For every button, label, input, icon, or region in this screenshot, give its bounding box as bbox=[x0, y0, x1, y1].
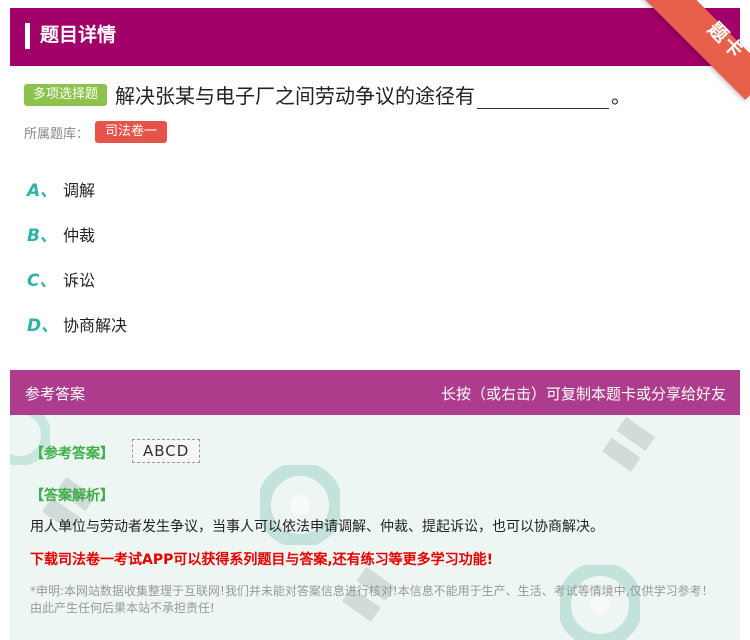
analysis-text: 用人单位与劳动者发生争议，当事人可以依法申请调解、仲裁、提起诉讼，也可以协商解决… bbox=[30, 519, 604, 535]
header-bar: 题目详情 bbox=[10, 8, 740, 66]
question-text: 解决张某与电子厂之间劳动争议的途径有。 bbox=[115, 84, 632, 109]
question-type-badge: 多项选择题 bbox=[24, 83, 108, 106]
option-d[interactable]: D、 协商解决 bbox=[27, 311, 128, 337]
option-letter: C、 bbox=[27, 271, 57, 291]
option-letter: D、 bbox=[27, 316, 59, 336]
question-bank-label: 所属题库： bbox=[24, 126, 90, 142]
disclaimer-text: *申明:本网站数据收集整理于互联网!我们并未能对答案信息进行核对!本信息不能用于… bbox=[30, 584, 714, 615]
option-letter: A、 bbox=[27, 181, 58, 201]
option-text: 诉讼 bbox=[63, 270, 96, 290]
option-text: 仲裁 bbox=[63, 225, 96, 245]
answer-blank bbox=[477, 89, 610, 109]
watermark-decoration: ▮▮ bbox=[588, 415, 662, 479]
reference-answer-value: ABCD bbox=[132, 439, 201, 463]
app-download-promo[interactable]: 下载司法卷一考试APP可以获得系列题目与答案,还有练习等更多学习功能! bbox=[30, 549, 493, 569]
share-hint: 长按（或右击）可复制本题卡或分享给好友 bbox=[440, 385, 726, 403]
answer-panel: ▮▮ ▮▮ ▮▮ 【参考答案】 ABCD 【答案解析】 用人单位与劳动者发生争议… bbox=[10, 415, 740, 640]
option-text: 协商解决 bbox=[63, 315, 128, 335]
analysis-label: 【答案解析】 bbox=[30, 488, 114, 504]
question-bank-row: 所属题库： 司法卷一 bbox=[24, 121, 168, 143]
reference-answer-label: 【参考答案】 bbox=[30, 446, 114, 462]
question-bank-tag[interactable]: 司法卷一 bbox=[95, 121, 168, 143]
header-accent-bar bbox=[25, 23, 30, 49]
option-letter: B、 bbox=[27, 226, 57, 246]
answer-header: 参考答案 长按（或右击）可复制本题卡或分享给好友 bbox=[10, 370, 740, 415]
question-row: 多项选择题 解决张某与电子厂之间劳动争议的途径有。 bbox=[24, 80, 631, 109]
option-a[interactable]: A、 调解 bbox=[27, 176, 96, 202]
option-b[interactable]: B、 仲裁 bbox=[27, 221, 96, 247]
answer-header-title: 参考答案 bbox=[25, 385, 86, 403]
option-c[interactable]: C、 诉讼 bbox=[27, 266, 96, 292]
page-title: 题目详情 bbox=[40, 24, 117, 46]
option-text: 调解 bbox=[63, 180, 96, 200]
